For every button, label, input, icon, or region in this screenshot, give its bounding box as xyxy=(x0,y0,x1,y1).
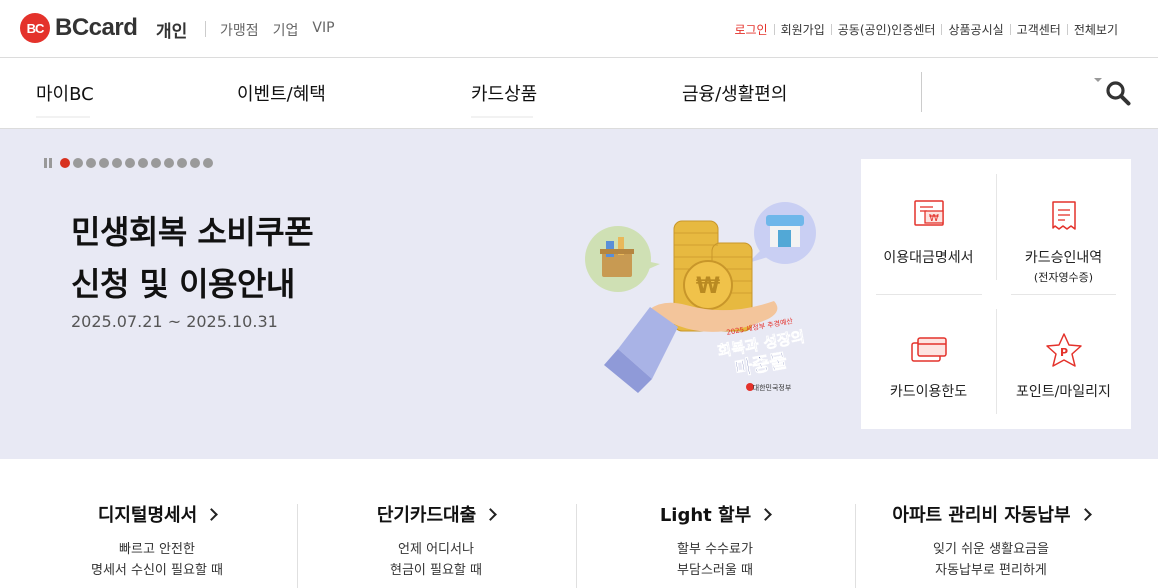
chevron-right-icon xyxy=(205,507,219,521)
quick-sub-label: (전자영수증) xyxy=(1033,271,1094,284)
site-personal[interactable]: 개인 xyxy=(156,17,187,42)
divider xyxy=(205,21,206,37)
nav-underline xyxy=(36,116,90,118)
service-short-term-loan[interactable]: 단기카드대출 언제 어디서나 현금이 필요할 때 xyxy=(296,501,576,581)
search-dropdown-icon[interactable] xyxy=(1094,78,1102,82)
logo-text: BCcard xyxy=(55,14,138,41)
utility-links: 로그인 회원가입 공동(공인)인증센터 상품공시실 고객센터 전체보기 xyxy=(728,21,1124,38)
nav-events-benefits[interactable]: 이벤트/혜택 xyxy=(237,80,326,106)
quick-label: 포인트/마일리지 xyxy=(1016,384,1111,400)
coin-symbol: ₩ xyxy=(696,274,720,299)
divider xyxy=(921,72,922,112)
product-disclosure-link[interactable]: 상품공시실 xyxy=(942,21,1009,38)
chevron-right-icon xyxy=(759,507,773,521)
customer-center-link[interactable]: 고객센터 xyxy=(1011,21,1067,38)
slide-dot[interactable] xyxy=(99,158,109,168)
quick-card-limit[interactable]: 카드이용한도 xyxy=(861,331,996,401)
service-desc: 할부 수수료가 xyxy=(677,542,753,557)
cert-center-link[interactable]: 공동(공인)인증센터 xyxy=(832,21,942,38)
service-desc: 부담스러울 때 xyxy=(677,563,753,578)
hero-title: 민생회복 소비쿠폰 신청 및 이용안내 xyxy=(71,206,314,310)
government-label: 대한민국정부 xyxy=(753,383,792,392)
login-link[interactable]: 로그인 xyxy=(728,21,773,38)
chevron-right-icon xyxy=(1078,507,1092,521)
nav-my-bc[interactable]: 마이BC xyxy=(36,80,94,106)
top-bar: BC BCcard 개인 가맹점 기업 VIP 로그인 회원가입 공동(공인)인… xyxy=(0,0,1158,58)
logo-mark: BC xyxy=(20,13,50,43)
quick-card-approvals[interactable]: 카드승인내역 (전자영수증) xyxy=(996,197,1131,285)
quick-label: 카드승인내역 xyxy=(1024,250,1103,266)
slide-dot[interactable] xyxy=(86,158,96,168)
slide-dot[interactable] xyxy=(125,158,135,168)
service-shortcuts: 디지털명세서 빠르고 안전한 명세서 수신이 필요할 때 단기카드대출 언제 어… xyxy=(0,459,1158,588)
service-title: 단기카드대출 xyxy=(376,505,477,526)
quick-bill-statement[interactable]: ₩ 이용대금명세서 xyxy=(861,197,996,267)
point-star-icon: P xyxy=(1045,333,1082,367)
service-apartment-autopay[interactable]: 아파트 관리비 자동납부 잊기 쉬운 생활요금을 자동납부로 편리하게 xyxy=(851,501,1131,581)
nav-underline xyxy=(471,116,533,118)
bill-statement-icon: ₩ xyxy=(913,200,944,226)
card-limit-icon xyxy=(910,337,947,362)
quick-points-mileage[interactable]: P 포인트/마일리지 xyxy=(996,331,1131,401)
signup-link[interactable]: 회원가입 xyxy=(775,21,831,38)
service-digital-statement[interactable]: 디지털명세서 빠르고 안전한 명세서 수신이 필요할 때 xyxy=(17,501,297,581)
slide-dot[interactable] xyxy=(177,158,187,168)
service-desc: 명세서 수신이 필요할 때 xyxy=(91,563,223,578)
slide-dot[interactable] xyxy=(60,158,70,168)
site-link-merchant[interactable]: 가맹점 xyxy=(220,20,259,40)
divider xyxy=(876,294,982,295)
quick-label: 카드이용한도 xyxy=(889,384,968,400)
slide-dot[interactable] xyxy=(138,158,148,168)
chevron-right-icon xyxy=(484,507,498,521)
service-desc: 자동납부로 편리하게 xyxy=(935,563,1047,578)
hero-date: 2025.07.21 ~ 2025.10.31 xyxy=(71,312,278,331)
service-desc: 잊기 쉬운 생활요금을 xyxy=(933,542,1049,557)
nav-finance-life[interactable]: 금융/생활편의 xyxy=(682,80,787,106)
slide-dot[interactable] xyxy=(203,158,213,168)
slide-dot[interactable] xyxy=(190,158,200,168)
pause-icon[interactable] xyxy=(44,158,52,168)
service-light-installment[interactable]: Light 할부 할부 수수료가 부담스러울 때 xyxy=(575,501,855,581)
service-title: 디지털명세서 xyxy=(97,505,198,526)
service-title: Light 할부 xyxy=(659,505,752,526)
slide-pager xyxy=(44,158,213,168)
slide-dot[interactable] xyxy=(112,158,122,168)
site-links: 가맹점 기업 VIP xyxy=(220,20,335,40)
receipt-icon xyxy=(1051,201,1076,230)
hero-illustration: ₩ 2025 새정부 추경예산 회복과 성장의 마중물 대한민국정부 xyxy=(585,202,816,393)
service-desc: 빠르고 안전한 xyxy=(119,542,195,557)
service-desc: 언제 어디서나 xyxy=(398,542,474,557)
hero-title-line2: 신청 및 이용안내 xyxy=(71,265,295,303)
divider xyxy=(1011,294,1116,295)
nav-card-products[interactable]: 카드상품 xyxy=(471,80,537,106)
site-link-corporate[interactable]: 기업 xyxy=(273,20,299,40)
quick-label: 이용대금명세서 xyxy=(883,250,974,266)
view-all-link[interactable]: 전체보기 xyxy=(1068,21,1124,38)
main-navigation: 마이BC 이벤트/혜택 카드상품 금융/생활편의 xyxy=(0,58,1158,129)
svg-text:P: P xyxy=(1059,346,1067,359)
hero-title-line1: 민생회복 소비쿠폰 xyxy=(71,213,314,251)
slide-dot[interactable] xyxy=(151,158,161,168)
slide-dot[interactable] xyxy=(73,158,83,168)
slide-dot[interactable] xyxy=(164,158,174,168)
quick-menu-panel: ₩ 이용대금명세서 카드승인내역 (전자영수증) 카드이용한도 P 포인트/마일… xyxy=(861,159,1131,429)
site-link-vip[interactable]: VIP xyxy=(312,20,334,40)
bccard-logo[interactable]: BC BCcard xyxy=(20,13,138,43)
search-icon[interactable] xyxy=(1105,80,1131,106)
service-title: 아파트 관리비 자동납부 xyxy=(892,505,1071,526)
svg-text:₩: ₩ xyxy=(929,213,939,224)
service-desc: 현금이 필요할 때 xyxy=(390,563,482,578)
hero-banner[interactable]: 민생회복 소비쿠폰 신청 및 이용안내 2025.07.21 ~ 2025.10… xyxy=(0,129,1158,459)
